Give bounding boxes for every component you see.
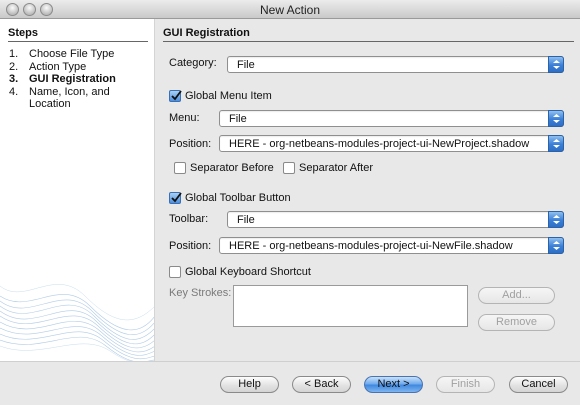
key-strokes-label: Key Strokes:: [169, 287, 232, 299]
toolbar-label: Toolbar:: [169, 213, 209, 225]
remove-keystroke-button[interactable]: Remove: [478, 314, 555, 331]
dropdown-arrow-icon: [548, 237, 564, 254]
dropdown-arrow-icon: [548, 56, 564, 73]
global-menu-item-checkbox[interactable]: Global Menu Item: [169, 90, 272, 102]
footer-divider: [0, 361, 580, 362]
step-number: 4.: [9, 85, 19, 98]
separator-after-checkbox[interactable]: Separator After: [283, 162, 373, 174]
toolbar-position-value: HERE - org-netbeans-modules-project-ui-N…: [229, 240, 513, 252]
global-keyboard-shortcut-checkbox[interactable]: Global Keyboard Shortcut: [169, 266, 311, 278]
step-number: 3.: [9, 73, 19, 85]
category-value: File: [237, 59, 255, 71]
category-label: Category:: [169, 57, 217, 69]
menu-value: File: [229, 113, 247, 125]
menu-label: Menu:: [169, 112, 200, 124]
separator-after-label: Separator After: [299, 162, 373, 174]
step-item: 4. Name, Icon, and Location: [9, 86, 149, 111]
steps-heading: Steps: [8, 27, 148, 42]
help-button[interactable]: Help: [220, 376, 279, 393]
menu-position-value: HERE - org-netbeans-modules-project-ui-N…: [229, 138, 530, 150]
toolbar-combo[interactable]: File: [227, 211, 564, 228]
step-item: 2. Action Type: [9, 61, 149, 74]
step-item-active: 3. GUI Registration: [9, 73, 149, 86]
menu-position-combo[interactable]: HERE - org-netbeans-modules-project-ui-N…: [219, 135, 564, 152]
step-number: 1.: [9, 48, 19, 60]
step-label: Name, Icon, and Location: [29, 85, 110, 111]
gui-registration-panel: GUI Registration Category: File Global M…: [155, 19, 580, 361]
global-toolbar-button-checkbox[interactable]: Global Toolbar Button: [169, 192, 291, 204]
panel-heading: GUI Registration: [163, 27, 574, 42]
category-combo[interactable]: File: [227, 56, 564, 73]
dropdown-arrow-icon: [548, 135, 564, 152]
menu-combo[interactable]: File: [219, 110, 564, 127]
window-title: New Action: [259, 3, 321, 17]
dropdown-arrow-icon: [548, 211, 564, 228]
toolbar-position-label: Position:: [169, 240, 212, 252]
step-item: 1. Choose File Type: [9, 48, 149, 61]
cancel-button[interactable]: Cancel: [509, 376, 568, 393]
dropdown-arrow-icon: [548, 110, 564, 127]
menu-position-label: Position:: [169, 138, 212, 150]
steps-list: 1. Choose File Type 2. Action Type 3. GUI R…: [9, 48, 149, 111]
global-menu-item-label: Global Menu Item: [185, 90, 272, 102]
global-toolbar-button-label: Global Toolbar Button: [185, 192, 291, 204]
toolbar-value: File: [237, 214, 255, 226]
step-label: Choose File Type: [29, 48, 115, 60]
key-strokes-field[interactable]: [233, 285, 468, 327]
step-label: Action Type: [29, 60, 87, 73]
decorative-wave-graphic: [0, 284, 154, 361]
separator-before-checkbox[interactable]: Separator Before: [174, 162, 274, 174]
add-keystroke-button[interactable]: Add...: [478, 287, 555, 304]
separator-before-label: Separator Before: [190, 162, 274, 174]
checkmark-icon: [169, 192, 182, 204]
window-title-bar: New Action: [0, 0, 580, 19]
finish-button[interactable]: Finish: [436, 376, 495, 393]
toolbar-position-combo[interactable]: HERE - org-netbeans-modules-project-ui-N…: [219, 237, 564, 254]
steps-panel: Steps 1. Choose File Type 2. Action Type 3…: [0, 19, 155, 361]
step-label: GUI Registration: [29, 73, 116, 85]
checkmark-icon: [169, 90, 182, 102]
global-keyboard-shortcut-label: Global Keyboard Shortcut: [185, 266, 311, 278]
step-number: 2.: [9, 60, 19, 73]
back-button[interactable]: < Back: [292, 376, 351, 393]
next-button[interactable]: Next >: [364, 376, 423, 393]
